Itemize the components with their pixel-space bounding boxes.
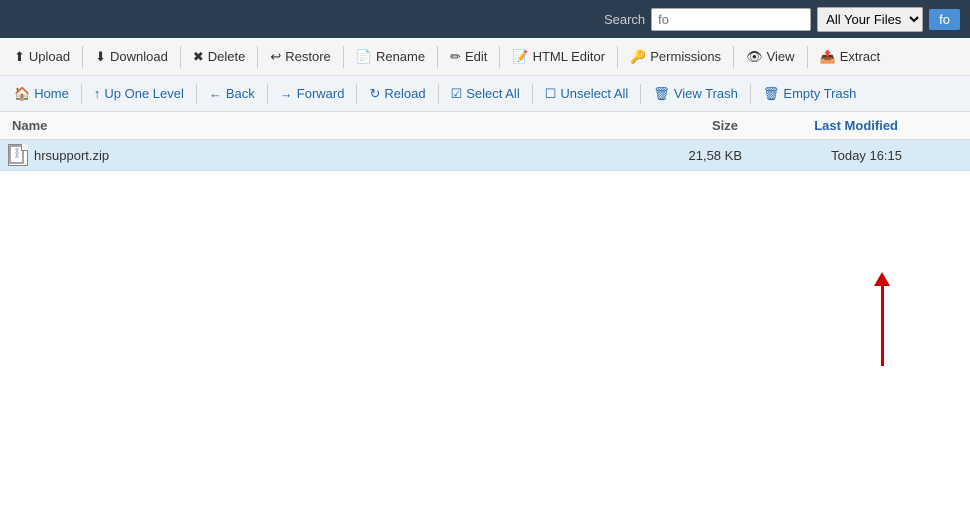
toolbar-separator-7 [617,46,618,68]
unselect-all-button[interactable]: ☐ Unselect All [537,83,637,105]
forward-icon: → [280,86,293,101]
select-all-label: Select All [466,86,519,101]
file-modified-cell: Today 16:15 [742,148,902,163]
up-one-level-label: Up One Level [104,86,184,101]
nav-separator-4 [356,84,357,104]
view-trash-icon: 🗑 [653,86,670,102]
nav-separator-5 [438,84,439,104]
table-row[interactable]: hrsupport.zip 21,58 KB Today 16:15 [0,140,970,171]
search-label: Search [604,12,645,27]
delete-icon: ✖ [193,49,204,65]
search-bar: Search All Your Files fo [0,0,970,38]
html-editor-label: HTML Editor [533,49,605,64]
empty-trash-icon: 🗑 [763,86,780,102]
arrow-shaft [881,286,884,366]
forward-button[interactable]: → Forward [272,83,353,104]
restore-icon: ↩ [270,49,281,65]
upload-label: Upload [29,49,70,64]
toolbar-separator [82,46,83,68]
zip-file-icon [8,144,28,166]
select-all-icon: ☑ [451,86,463,102]
file-name: hrsupport.zip [34,148,109,163]
edit-label: Edit [465,49,487,64]
view-button[interactable]: 👁 View [738,45,802,69]
edit-button[interactable]: ✏ Edit [442,45,495,69]
red-arrow-annotation [874,272,890,366]
nav-separator-8 [750,84,751,104]
navbar: 🏠 Home ↑ Up One Level ← Back → Forward ↻… [0,76,970,112]
file-list-header: Name Size Last Modified [0,112,970,140]
view-icon: 👁 [746,49,763,65]
nav-separator-6 [532,84,533,104]
forward-label: Forward [297,86,345,101]
nav-separator-3 [267,84,268,104]
html-editor-icon: 📝 [512,49,528,65]
upload-icon: ⬆ [14,49,25,65]
download-label: Download [110,49,168,64]
empty-trash-button[interactable]: 🗑 Empty Trash [755,83,864,105]
up-one-level-icon: ↑ [94,86,101,101]
toolbar-separator-4 [343,46,344,68]
select-all-button[interactable]: ☑ Select All [443,83,528,105]
view-trash-label: View Trash [674,86,738,101]
back-icon: ← [209,86,222,101]
home-label: Home [34,86,69,101]
toolbar-separator-5 [437,46,438,68]
view-trash-button[interactable]: 🗑 View Trash [645,83,746,105]
search-scope-select[interactable]: All Your Files [817,7,923,32]
reload-label: Reload [384,86,425,101]
nav-separator-7 [640,84,641,104]
toolbar-separator-2 [180,46,181,68]
search-go-button[interactable]: fo [929,9,960,30]
extract-icon: 📤 [820,49,836,65]
back-button[interactable]: ← Back [201,83,263,104]
toolbar-separator-8 [733,46,734,68]
delete-label: Delete [208,49,246,64]
column-modified-header: Last Modified [742,116,902,135]
toolbar: ⬆ Upload ⬇ Download ✖ Delete ↩ Restore 📄… [0,38,970,76]
delete-button[interactable]: ✖ Delete [185,45,253,69]
extract-button[interactable]: 📤 Extract [812,45,889,69]
permissions-label: Permissions [650,49,721,64]
view-label: View [767,49,795,64]
file-list: Name Size Last Modified h [0,112,970,171]
permissions-icon: 🔑 [630,49,646,65]
up-one-level-button[interactable]: ↑ Up One Level [86,83,192,104]
rename-label: Rename [376,49,425,64]
unselect-all-label: Unselect All [560,86,628,101]
reload-icon: ↻ [369,86,380,102]
nav-separator-2 [196,84,197,104]
column-name-header: Name [8,116,642,135]
unselect-all-icon: ☐ [545,86,557,102]
toolbar-separator-6 [499,46,500,68]
download-icon: ⬇ [95,49,106,65]
restore-label: Restore [285,49,331,64]
restore-button[interactable]: ↩ Restore [262,45,338,69]
search-input[interactable] [651,8,811,31]
rename-button[interactable]: 📄 Rename [348,45,433,69]
file-name-cell: hrsupport.zip [8,144,642,166]
arrow-head [874,272,890,286]
toolbar-separator-9 [807,46,808,68]
file-size-cell: 21,58 KB [642,148,742,163]
html-editor-button[interactable]: 📝 HTML Editor [504,45,613,69]
permissions-button[interactable]: 🔑 Permissions [622,45,729,69]
nav-separator [81,84,82,104]
upload-button[interactable]: ⬆ Upload [6,45,78,69]
back-label: Back [226,86,255,101]
column-size-header: Size [642,116,742,135]
rename-icon: 📄 [356,49,372,65]
content-area: Name Size Last Modified h [0,112,970,509]
extract-label: Extract [840,49,880,64]
download-button[interactable]: ⬇ Download [87,45,176,69]
column-permissions-header [902,116,962,135]
toolbar-separator-3 [257,46,258,68]
empty-trash-label: Empty Trash [783,86,856,101]
home-icon: 🏠 [14,86,30,102]
reload-button[interactable]: ↻ Reload [361,83,433,105]
edit-icon: ✏ [450,49,461,65]
home-button[interactable]: 🏠 Home [6,83,77,105]
